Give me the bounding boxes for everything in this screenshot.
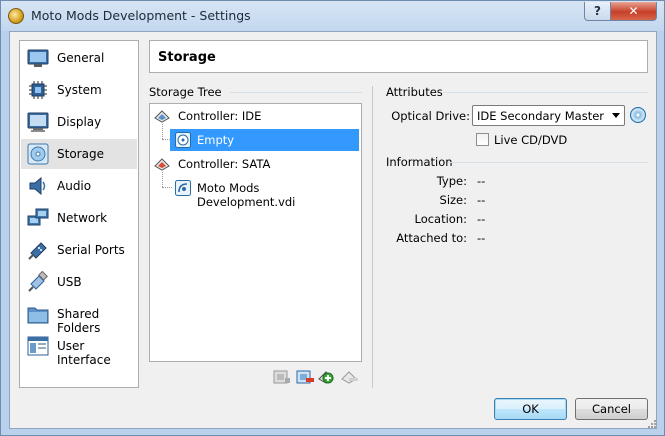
- tree-item-controller-ide[interactable]: Controller: IDE: [152, 105, 359, 127]
- sidebar-item-usb[interactable]: USB: [21, 267, 137, 297]
- location-label: Location:: [414, 212, 467, 226]
- sidebar-item-label: Serial Ports: [57, 243, 125, 257]
- optical-drive-value: IDE Secondary Master: [477, 109, 604, 123]
- system-icon: [29, 81, 47, 99]
- remove-attachment-icon[interactable]: [296, 369, 314, 385]
- sidebar-item-label: Display: [57, 115, 102, 129]
- tree-item-controller-sata[interactable]: Controller: SATA: [152, 153, 359, 175]
- display-icon: [27, 112, 49, 132]
- type-label: Type:: [436, 174, 467, 188]
- audio-icon: [29, 176, 46, 196]
- size-value: --: [477, 193, 486, 207]
- settings-sidebar: General System Display Storage Audio Net…: [19, 40, 139, 388]
- ok-button[interactable]: OK: [494, 398, 567, 420]
- close-button[interactable]: ✕: [610, 2, 657, 21]
- tree-item-label: Moto Mods Development.vdi: [197, 181, 296, 209]
- help-button[interactable]: ?: [584, 2, 611, 21]
- sidebar-item-label: USB: [57, 275, 82, 289]
- information-label: Information: [386, 155, 453, 169]
- chevron-down-icon: [612, 113, 620, 118]
- title-bar[interactable]: Moto Mods Development - Settings ? ✕: [1, 1, 664, 31]
- sidebar-item-label: Audio: [57, 179, 92, 193]
- sidebar-item-label: General: [57, 51, 105, 65]
- choose-disc-icon[interactable]: [630, 107, 646, 123]
- page-heading: Storage: [149, 40, 648, 73]
- attributes-label: Attributes: [386, 85, 443, 99]
- attached-to-label: Attached to:: [396, 231, 467, 245]
- add-attachment-icon[interactable]: [273, 369, 291, 385]
- live-cd-label: Live CD/DVD: [494, 133, 568, 147]
- sidebar-item-label: System: [57, 83, 102, 97]
- storage-tree-label: Storage Tree: [149, 85, 222, 99]
- shared-folders-icon: [27, 307, 49, 324]
- resize-grip-icon[interactable]: [646, 418, 656, 428]
- sidebar-item-serial-ports[interactable]: Serial Ports: [21, 235, 137, 265]
- usb-icon: [28, 271, 48, 292]
- tree-item-disk-image[interactable]: Moto Mods Development.vdi: [170, 177, 359, 209]
- tree-item-label: Controller: SATA: [178, 157, 271, 171]
- optical-drive-select[interactable]: IDE Secondary Master: [472, 105, 625, 126]
- ide-controller-icon: [154, 110, 170, 123]
- serial-ports-icon: [28, 242, 47, 260]
- optical-disc-icon: [175, 132, 191, 148]
- type-value: --: [477, 174, 486, 188]
- optical-drive-label: Optical Drive:: [391, 109, 470, 123]
- sidebar-item-shared-folders[interactable]: Shared Folders: [21, 299, 137, 335]
- sidebar-item-display[interactable]: Display: [21, 107, 137, 137]
- sidebar-item-label: Storage: [57, 147, 104, 161]
- divider: [448, 162, 648, 163]
- window-title: Moto Mods Development - Settings: [31, 8, 251, 23]
- tree-item-label: Empty: [197, 133, 235, 147]
- user-interface-icon: [27, 336, 49, 356]
- tree-item-empty-drive[interactable]: Empty: [170, 129, 359, 151]
- sidebar-item-general[interactable]: General: [21, 43, 137, 73]
- size-label: Size:: [439, 193, 467, 207]
- add-controller-icon[interactable]: [318, 369, 336, 385]
- sidebar-item-storage[interactable]: Storage: [21, 139, 137, 169]
- network-icon: [27, 208, 49, 226]
- sidebar-item-audio[interactable]: Audio: [21, 171, 137, 201]
- page-title: Storage: [158, 50, 216, 65]
- sidebar-item-user-interface[interactable]: User Interface: [21, 331, 137, 367]
- sidebar-item-system[interactable]: System: [21, 75, 137, 105]
- hard-disk-icon: [175, 180, 191, 196]
- location-value: --: [477, 212, 486, 226]
- remove-controller-icon[interactable]: [341, 369, 359, 385]
- attached-to-value: --: [477, 231, 486, 245]
- cancel-button[interactable]: Cancel: [575, 398, 648, 420]
- panel-divider: [372, 86, 373, 388]
- divider: [230, 92, 362, 93]
- dialog-client: General System Display Storage Audio Net…: [9, 31, 657, 429]
- storage-icon: [27, 143, 49, 165]
- live-cd-checkbox[interactable]: [476, 133, 489, 146]
- sidebar-item-label: Network: [57, 211, 108, 225]
- divider: [443, 92, 648, 93]
- settings-window: Moto Mods Development - Settings ? ✕ Gen…: [0, 0, 665, 436]
- sata-controller-icon: [154, 158, 170, 171]
- app-icon: [8, 8, 24, 24]
- sidebar-item-network[interactable]: Network: [21, 203, 137, 233]
- tree-item-label: Controller: IDE: [178, 109, 262, 123]
- general-icon: [27, 49, 49, 67]
- sidebar-item-label: User Interface: [57, 339, 111, 367]
- storage-tree[interactable]: Controller: IDE Empty Controller: SATA M…: [149, 103, 362, 362]
